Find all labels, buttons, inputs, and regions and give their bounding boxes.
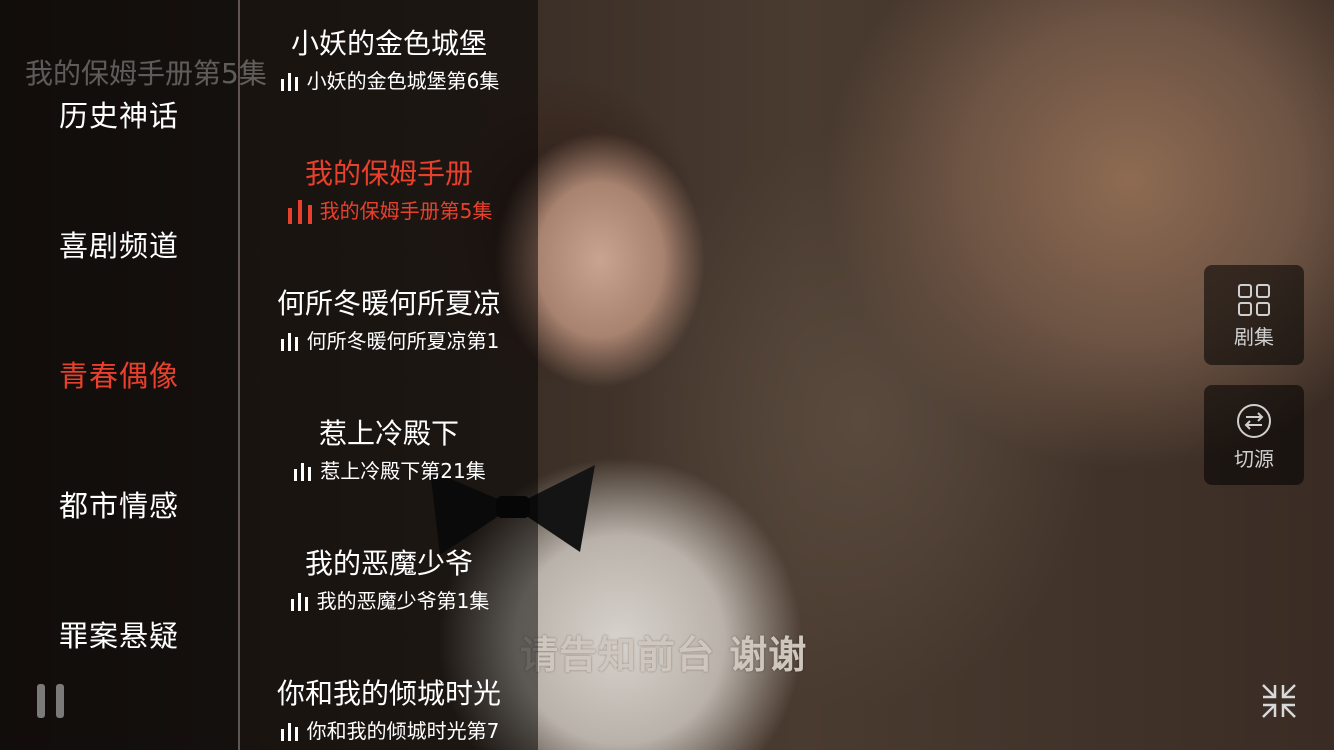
category-label: 都市情感 [58,489,179,523]
video-subtitle: 请告知前台 谢谢 [520,633,808,677]
episodes-button[interactable]: 剧集 [1204,265,1304,365]
channel-name: 我的恶魔少爷 [304,547,473,580]
channel-item[interactable]: 我的恶魔少爷 我的恶魔少爷第1集 [240,544,538,654]
equalizer-bars-icon [280,333,298,351]
channel-episode-label: 我的保姆手册第5集 [319,199,493,223]
equalizer-bars-icon [290,593,308,611]
channel-episode-label: 惹上冷殿下第21集 [320,459,486,483]
equalizer-bars-icon [280,723,298,741]
channel-name: 小妖的金色城堡 [290,27,487,60]
equalizer-bars-icon [294,463,312,481]
channel-name: 我的保姆手册 [304,157,473,190]
pause-icon[interactable] [34,682,68,720]
channel-episode-label: 我的恶魔少爷第1集 [316,589,490,613]
channel-episode: 我的恶魔少爷第1集 [289,586,490,616]
channel-episode-label: 小妖的金色城堡第6集 [306,69,500,93]
category-item-crime[interactable]: 罪案悬疑 [0,606,238,666]
grid-icon [1238,284,1270,316]
equalizer-bars-icon [287,200,312,224]
channel-episode: 何所冬暖何所夏凉第1 [279,326,500,356]
channel-item[interactable]: 你和我的倾城时光 你和我的倾城时光第7 [240,674,538,750]
exit-fullscreen-icon[interactable] [1260,682,1298,720]
channel-episode-label: 何所冬暖何所夏凉第1 [306,329,500,353]
category-label: 喜剧频道 [58,229,179,263]
switch-source-button[interactable]: 切源 [1204,385,1304,485]
player-screen: 请告知前台 谢谢 我的保姆手册第5集 历史神话 喜剧频道 青春偶像 都市情感 罪… [0,0,1334,750]
category-item-comedy[interactable]: 喜剧频道 [0,216,238,276]
channel-name: 何所冬暖何所夏凉 [276,287,501,320]
episodes-label: 剧集 [1234,325,1274,349]
channel-episode: 惹上冷殿下第21集 [292,456,486,486]
channel-item[interactable]: 何所冬暖何所夏凉 何所冬暖何所夏凉第1 [240,284,538,394]
channel-episode-label: 你和我的倾城时光第7 [306,719,500,743]
switch-source-label: 切源 [1234,447,1274,471]
channel-name: 你和我的倾城时光 [276,677,501,710]
channel-item[interactable]: 小妖的金色城堡 小妖的金色城堡第6集 [240,24,538,134]
category-label: 罪案悬疑 [58,619,179,653]
category-label: 历史神话 [58,99,179,133]
category-item-history[interactable]: 历史神话 [0,86,238,146]
category-item-youth[interactable]: 青春偶像 [0,346,238,406]
equalizer-bars-icon [280,73,298,91]
channel-episode: 小妖的金色城堡第6集 [279,66,500,96]
category-label: 青春偶像 [58,359,179,393]
channel-episode: 我的保姆手册第5集 [286,196,493,226]
category-item-urban[interactable]: 都市情感 [0,476,238,536]
swap-arrows-icon [1237,404,1271,438]
channel-episode: 你和我的倾城时光第7 [279,716,500,746]
channel-name: 惹上冷殿下 [318,417,459,450]
channel-item[interactable]: 惹上冷殿下 惹上冷殿下第21集 [240,414,538,524]
channel-item-active[interactable]: 我的保姆手册 我的保姆手册第5集 [240,154,538,264]
